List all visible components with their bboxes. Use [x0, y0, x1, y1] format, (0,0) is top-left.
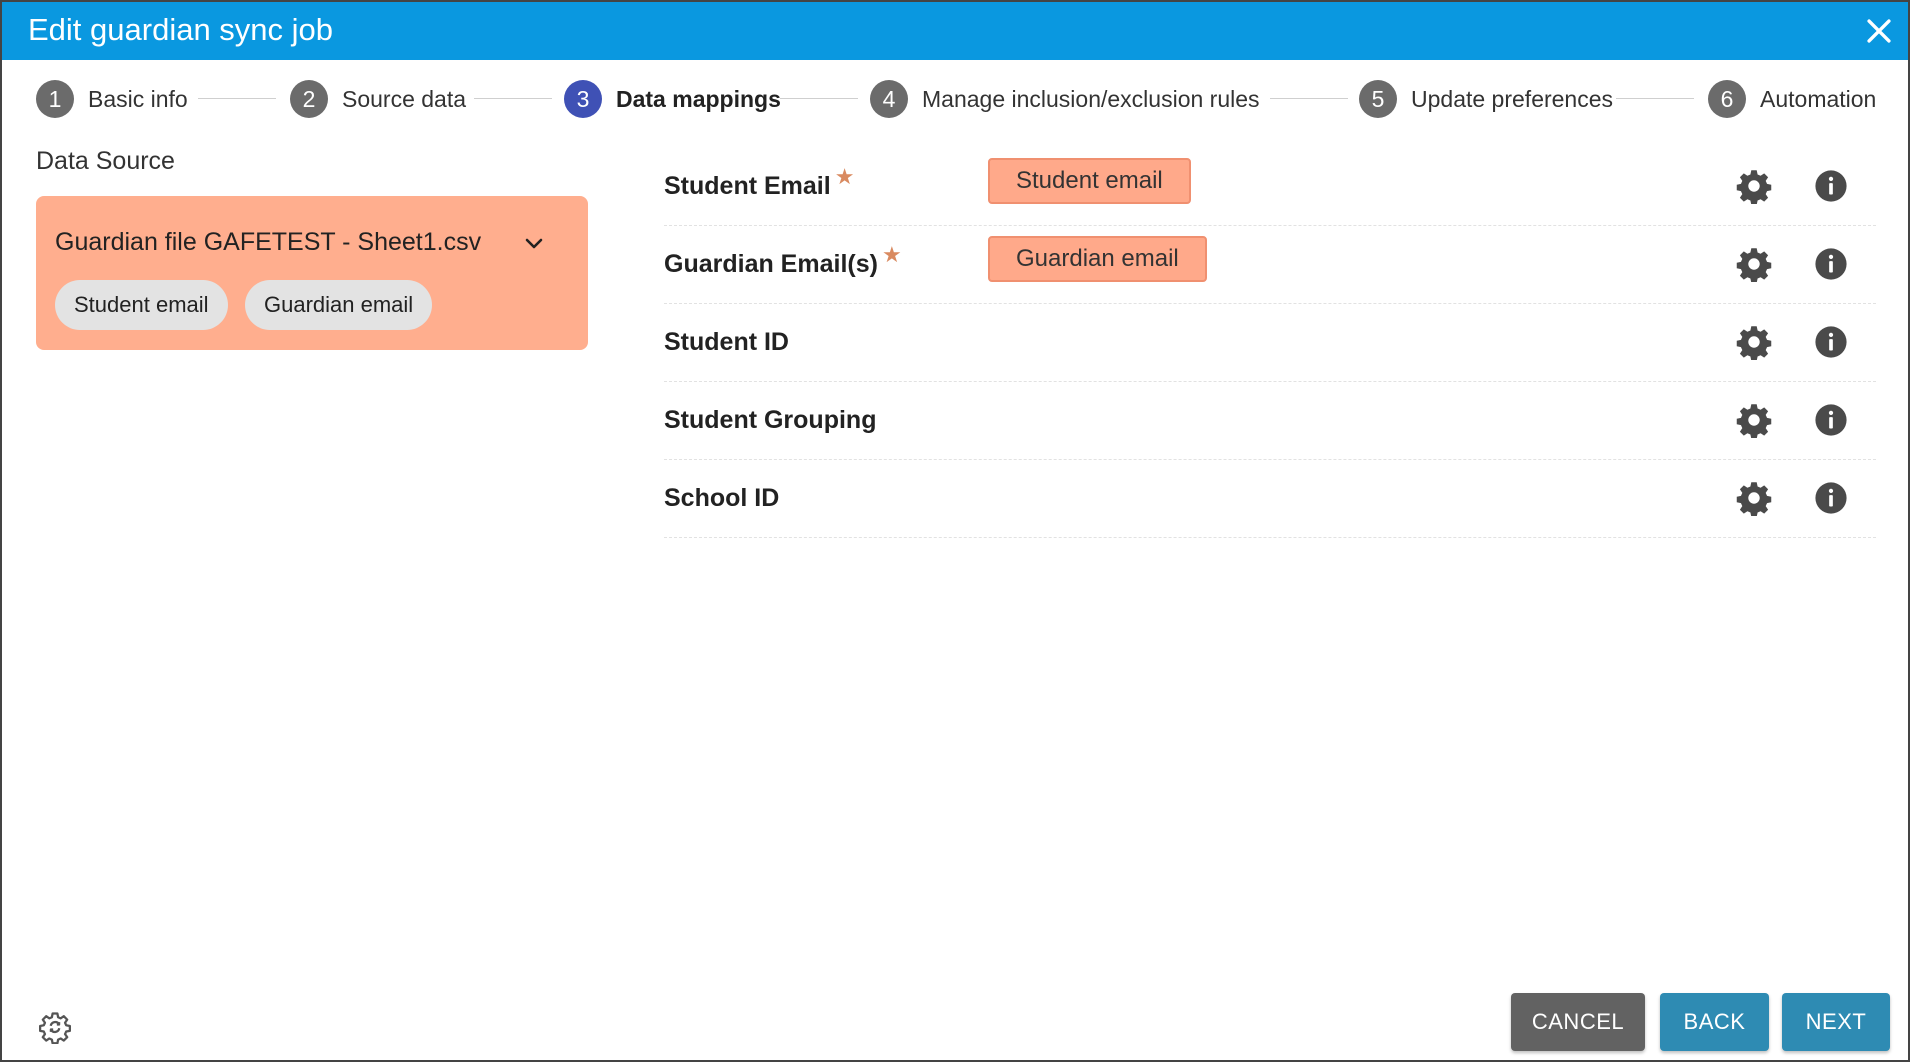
step-data-mappings[interactable]: 3 Data mappings	[564, 79, 781, 119]
mapping-row-school-id: School ID	[664, 460, 1876, 538]
mapping-field-label: Student ID	[664, 328, 789, 357]
step-label: Update preferences	[1411, 85, 1614, 112]
mapping-field-name: School ID	[664, 484, 780, 512]
step-connector	[1270, 98, 1348, 99]
source-column-chip[interactable]: Student email	[55, 280, 228, 330]
step-label: Automation	[1760, 85, 1877, 112]
step-connector	[198, 98, 276, 99]
next-button[interactable]: NEXT	[1782, 993, 1890, 1051]
gear-icon[interactable]	[1736, 324, 1772, 360]
data-source-file-name[interactable]: Guardian file GAFETEST - Sheet1.csv	[55, 228, 481, 257]
gear-icon[interactable]	[1736, 168, 1772, 204]
mapping-field-name: Student Email	[664, 172, 831, 200]
dialog-title: Edit guardian sync job	[28, 12, 334, 47]
step-number: 5	[1359, 80, 1397, 118]
back-button[interactable]: BACK	[1660, 993, 1769, 1051]
mapped-column-chip[interactable]: Student email	[988, 158, 1191, 204]
step-label: Basic info	[88, 85, 188, 112]
step-number: 6	[1708, 80, 1746, 118]
info-icon[interactable]	[1814, 169, 1848, 203]
step-source-data[interactable]: 2 Source data	[290, 79, 466, 119]
info-icon[interactable]	[1814, 325, 1848, 359]
edit-guardian-sync-dialog: Edit guardian sync job 1 Basic info 2 So…	[0, 0, 1910, 1062]
step-number: 1	[36, 80, 74, 118]
mapped-column-chip[interactable]: Guardian email	[988, 236, 1207, 282]
settings-sync-icon[interactable]	[38, 1010, 72, 1044]
info-icon[interactable]	[1814, 481, 1848, 515]
required-star-icon: ★	[834, 164, 855, 189]
mapping-field-name: Guardian Email(s)	[664, 250, 878, 278]
mapping-row-student-email: Student Email ★ Student email	[664, 148, 1876, 226]
cancel-button[interactable]: CANCEL	[1511, 993, 1645, 1051]
step-number: 2	[290, 80, 328, 118]
mapping-field-label: Student Email ★	[664, 164, 854, 201]
info-icon[interactable]	[1814, 247, 1848, 281]
gear-icon[interactable]	[1736, 480, 1772, 516]
mapping-row-student-id: Student ID	[664, 304, 1876, 382]
step-update-preferences[interactable]: 5 Update preferences	[1359, 79, 1613, 119]
step-connector	[780, 98, 858, 99]
close-icon[interactable]	[1862, 14, 1896, 48]
mapping-field-label: Guardian Email(s) ★	[664, 242, 902, 279]
step-basic-info[interactable]: 1 Basic info	[36, 79, 188, 119]
mapping-row-guardian-emails: Guardian Email(s) ★ Guardian email	[664, 226, 1876, 304]
mapping-field-label: Student Grouping	[664, 406, 876, 435]
required-star-icon: ★	[881, 242, 902, 267]
step-automation[interactable]: 6 Automation	[1708, 79, 1876, 119]
source-column-chip[interactable]: Guardian email	[245, 280, 433, 330]
title-bar: Edit guardian sync job	[2, 2, 1908, 60]
info-icon[interactable]	[1814, 403, 1848, 437]
wizard-stepper: 1 Basic info 2 Source data 3 Data mappin…	[2, 60, 1908, 140]
step-label: Data mappings	[616, 85, 781, 112]
step-label: Manage inclusion/exclusion rules	[922, 85, 1260, 112]
mapping-field-label: School ID	[664, 484, 779, 513]
step-label: Source data	[342, 85, 467, 112]
step-connector	[474, 98, 552, 99]
gear-icon[interactable]	[1736, 402, 1772, 438]
mapping-field-name: Student Grouping	[664, 406, 877, 434]
step-number: 4	[870, 80, 908, 118]
mapping-field-name: Student ID	[664, 328, 789, 356]
data-source-heading: Data Source	[36, 147, 175, 175]
data-source-card: Guardian file GAFETEST - Sheet1.csv Stud…	[36, 196, 588, 350]
mapping-row-student-grouping: Student Grouping	[664, 382, 1876, 460]
step-manage-rules[interactable]: 4 Manage inclusion/exclusion rules	[870, 79, 1260, 119]
chevron-down-icon[interactable]	[522, 232, 546, 256]
step-number: 3	[564, 80, 602, 118]
step-connector	[1616, 98, 1694, 99]
gear-icon[interactable]	[1736, 246, 1772, 282]
